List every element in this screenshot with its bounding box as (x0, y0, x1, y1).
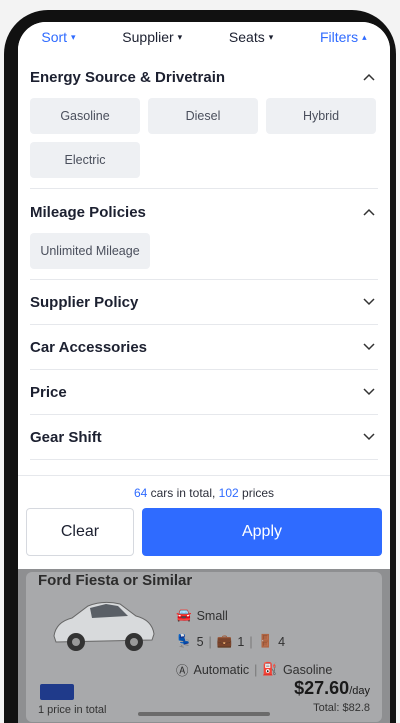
total-price: Total: $82.8 (313, 702, 370, 714)
filters-dropdown[interactable]: Filters ▴ (320, 29, 367, 45)
section-title: Car Accessories (30, 338, 148, 356)
clear-button[interactable]: Clear (26, 508, 134, 556)
results-summary: 64 cars in total, 102 prices (18, 486, 390, 500)
filter-panel: Energy Source & Drivetrain Gasoline Dies… (30, 62, 378, 460)
cars-count: 64 (133, 486, 148, 500)
car-drive: Ⓐ Automatic | ⛽ Gasoline (176, 662, 333, 678)
apply-button[interactable]: Apply (142, 508, 382, 556)
mileage-section-header[interactable]: Mileage Policies (30, 197, 378, 227)
energy-section-header[interactable]: Energy Source & Drivetrain (30, 62, 378, 92)
section-price[interactable]: Price (30, 370, 378, 415)
phone-frame: Sort ▾ Supplier ▾ Seats ▾ Filters ▴ Ener… (0, 0, 400, 723)
sort-dropdown[interactable]: Sort ▾ (41, 29, 75, 45)
mileage-options: Unlimited Mileage (30, 227, 378, 279)
section-title: Supplier Policy (30, 293, 139, 311)
option-hybrid[interactable]: Hybrid (266, 98, 376, 134)
section-title: Gear Shift (30, 428, 102, 446)
fuel-value: Gasoline (282, 662, 333, 677)
seats-label: Seats (228, 29, 265, 45)
chevron-down-icon (360, 293, 378, 311)
sort-label: Sort (41, 29, 68, 45)
price-unit: /day (349, 685, 370, 697)
caret-up-icon: ▴ (362, 31, 367, 42)
chevron-down-icon (360, 383, 378, 401)
filters-label: Filters (319, 29, 359, 45)
seats-dropdown[interactable]: Seats ▾ (229, 29, 273, 45)
car-image (53, 601, 155, 651)
option-unlimited-mileage[interactable]: Unlimited Mileage (30, 233, 150, 269)
section-car-accessories[interactable]: Car Accessories (30, 325, 378, 370)
transmission-icon: Ⓐ (176, 664, 189, 678)
section-title: Price (30, 383, 67, 401)
prices-count: 102 (218, 486, 239, 500)
car-size-value: Small (196, 608, 228, 623)
section-supplier-policy[interactable]: Supplier Policy (30, 280, 378, 325)
divider (30, 188, 378, 189)
fuel-icon: ⛽ (262, 662, 278, 676)
door-icon: 🚪 (257, 634, 274, 648)
option-diesel[interactable]: Diesel (148, 98, 258, 134)
price-value: $27.60 (294, 678, 350, 698)
price-count: 1 price in total (38, 704, 107, 716)
section-title: Mileage Policies (30, 203, 146, 221)
car-card: Ford Fiesta or Similar 🚘 Small 💺 5 | 💼 1… (26, 572, 382, 722)
summary-bar: 64 cars in total, 102 prices Clear Apply (18, 475, 390, 569)
car-price: $27.60/day (294, 678, 370, 699)
car-title: Ford Fiesta or Similar (38, 572, 193, 589)
screen: Sort ▾ Supplier ▾ Seats ▾ Filters ▴ Ener… (18, 22, 390, 723)
doors-value: 4 (278, 634, 286, 649)
chevron-up-icon (360, 68, 378, 86)
bag-icon: 💼 (216, 634, 233, 648)
seat-icon: 💺 (176, 634, 192, 648)
caret-down-icon: ▾ (177, 31, 183, 42)
chevron-up-icon (360, 203, 378, 221)
caret-down-icon: ▾ (71, 31, 76, 42)
supplier-logo (40, 684, 74, 700)
supplier-dropdown[interactable]: Supplier ▾ (122, 29, 182, 45)
section-title: Energy Source & Drivetrain (30, 68, 226, 86)
transmission-value: Automatic (193, 662, 250, 677)
car-size: 🚘 Small (176, 608, 228, 623)
option-electric[interactable]: Electric (30, 142, 140, 178)
car-icon: 🚘 (176, 608, 192, 622)
car-capacity: 💺 5 | 💼 1 | 🚪 4 (176, 634, 286, 649)
chevron-down-icon (360, 428, 378, 446)
option-gasoline[interactable]: Gasoline (30, 98, 140, 134)
filter-bar: Sort ▾ Supplier ▾ Seats ▾ Filters ▴ (18, 22, 390, 52)
caret-down-icon: ▾ (268, 31, 274, 42)
seats-value: 5 (196, 634, 204, 649)
home-indicator (138, 712, 270, 716)
prices-text: prices (238, 486, 275, 500)
energy-options: Gasoline Diesel Hybrid Electric (30, 92, 378, 188)
section-gear-shift[interactable]: Gear Shift (30, 415, 378, 460)
supplier-label: Supplier (122, 29, 174, 45)
bags-value: 1 (237, 634, 245, 649)
cars-text: cars in total, (147, 486, 219, 500)
chevron-down-icon (360, 338, 378, 356)
